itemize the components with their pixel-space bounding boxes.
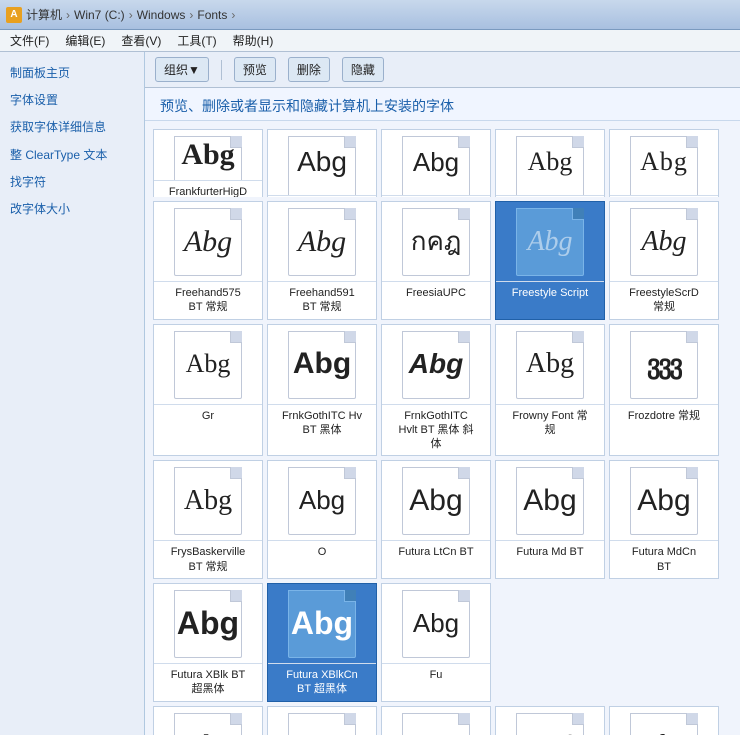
font-tile[interactable]: ᆩᆧ — [495, 706, 605, 735]
font-tile[interactable]: AbgFrnkGothITC Hv BT 黑体 — [267, 324, 377, 457]
font-tile[interactable]: A ✿ — [267, 706, 377, 735]
path-windows: Windows — [137, 8, 186, 22]
sidebar-item-font-size[interactable]: 改字体大小 — [0, 196, 144, 223]
menu-view[interactable]: 查看(V) — [113, 30, 169, 51]
font-tile[interactable]: AbgFrnkGothITC Hvlt BT 黑体 斜 体 — [381, 324, 491, 457]
font-tile[interactable]: AbgFreestyleScrD 常规 — [609, 201, 719, 320]
font-tile[interactable]: Ahg — [609, 706, 719, 735]
font-tile[interactable]: AbgFrowny Font 常 规 — [495, 324, 605, 457]
font-tile[interactable]: Abg — [153, 706, 263, 735]
font-grid[interactable]: AbgFrankfurterHigD 常规AbgFranklin GothicA… — [145, 121, 740, 735]
font-tile[interactable]: AbgFreestyle Script — [495, 201, 605, 320]
sidebar-item-font-settings[interactable]: 字体设置 — [0, 87, 144, 114]
content-area: 组织▼ 预览 删除 隐藏 预览、删除或者显示和隐藏计算机上安装的字体 AbgFr… — [145, 52, 740, 735]
delete-button[interactable]: 删除 — [288, 57, 330, 82]
font-tile[interactable]: AbgFranklin Gothic — [267, 129, 377, 197]
font-tile[interactable]: กคฎFreesiaUPC — [381, 201, 491, 320]
toolbar: 组织▼ 预览 删除 隐藏 — [145, 52, 740, 88]
font-tile[interactable]: AbgFu — [381, 583, 491, 702]
font-tile[interactable]: AbgFranklin Gothic Book — [381, 129, 491, 197]
toolbar-separator-1 — [221, 60, 222, 80]
sidebar: 制面板主页 字体设置 获取字体详细信息 整 ClearType 文本 找字符 改… — [0, 52, 145, 735]
font-tile[interactable]: AbgFrankRuehl 常规 — [495, 129, 605, 197]
font-tile[interactable]: AbgFutura XBlk BT 超黑体 — [153, 583, 263, 702]
font-tile[interactable]: AbgFreehand591 BT 常规 — [267, 201, 377, 320]
organize-button[interactable]: 组织▼ — [155, 57, 209, 82]
path-fonts: Fonts — [197, 8, 227, 22]
font-tile[interactable]: AbgO — [267, 460, 377, 579]
menubar: 文件(F) 编辑(E) 查看(V) 工具(T) 帮助(H) — [0, 30, 740, 52]
font-tile[interactable]: ვვვFrozdotre 常规 — [609, 324, 719, 457]
font-tile[interactable]: AbgFrysBaskerville BT 常规 — [153, 460, 263, 579]
font-tile[interactable]: Abg — [381, 706, 491, 735]
titlebar-icon: A — [6, 7, 22, 23]
menu-help[interactable]: 帮助(H) — [225, 30, 282, 51]
sidebar-item-find-char[interactable]: 找字符 — [0, 169, 144, 196]
font-tile[interactable]: AbgFutura Md BT — [495, 460, 605, 579]
menu-file[interactable]: 文件(F) — [2, 30, 57, 51]
path-win7: Win7 (C:) — [74, 8, 125, 22]
titlebar: A 计算机 › Win7 (C:) › Windows › Fonts › — [0, 0, 740, 30]
menu-edit[interactable]: 编辑(E) — [57, 30, 113, 51]
preview-button[interactable]: 预览 — [234, 57, 276, 82]
page-header: 预览、删除或者显示和隐藏计算机上安装的字体 — [145, 88, 740, 121]
font-tile[interactable]: AbgFrankfurterHigD 常规 — [153, 129, 263, 197]
menu-tools[interactable]: 工具(T) — [169, 30, 224, 51]
font-tile[interactable]: AbgFutura LtCn BT — [381, 460, 491, 579]
path-computer: 计算机 — [26, 6, 62, 23]
font-tile[interactable]: AbgGr — [153, 324, 263, 457]
font-tile[interactable]: AbgFrazzed 常规 — [609, 129, 719, 197]
font-tile[interactable]: AbgFutura XBlkCn BT 超黑体 — [267, 583, 377, 702]
sidebar-item-font-info[interactable]: 获取字体详细信息 — [0, 114, 144, 141]
hide-button[interactable]: 隐藏 — [342, 57, 384, 82]
sidebar-item-cleartype[interactable]: 整 ClearType 文本 — [0, 142, 144, 169]
font-tile[interactable]: AbgFutura MdCn BT — [609, 460, 719, 579]
sidebar-item-control-panel[interactable]: 制面板主页 — [0, 60, 144, 87]
main-container: 制面板主页 字体设置 获取字体详细信息 整 ClearType 文本 找字符 改… — [0, 52, 740, 735]
titlebar-path: 计算机 › Win7 (C:) › Windows › Fonts › — [26, 6, 235, 23]
font-tile[interactable]: AbgFreehand575 BT 常规 — [153, 201, 263, 320]
